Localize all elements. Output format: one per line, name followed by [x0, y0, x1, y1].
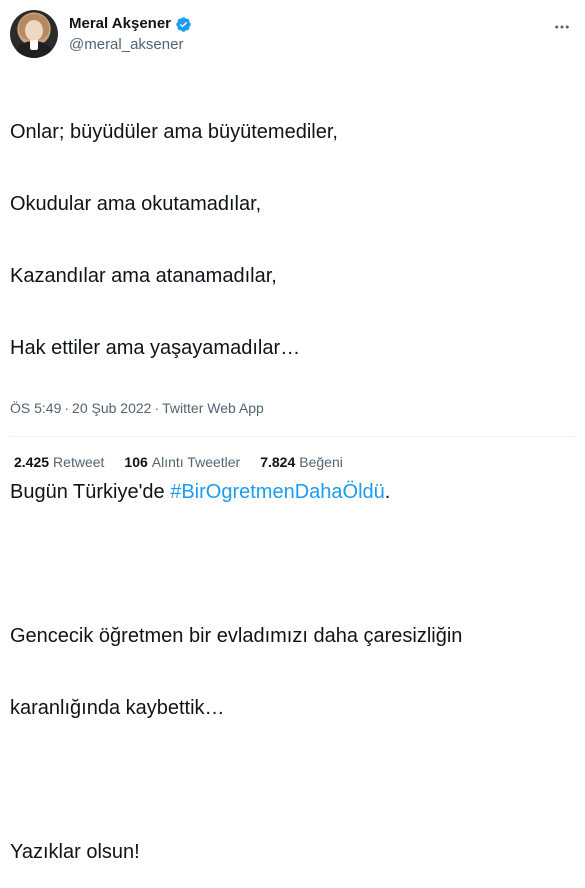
- tweet-line: karanlığında kaybettik…: [10, 697, 225, 719]
- retweets-stat[interactable]: 2.425 Retweet: [14, 452, 104, 472]
- retweets-label: Retweet: [53, 454, 105, 470]
- author-display-name[interactable]: Meral Akşener: [69, 14, 171, 34]
- author-info: Meral Akşener @meral_aksener: [69, 14, 192, 55]
- avatar-shirt: [30, 40, 38, 50]
- meta-separator: ·: [64, 400, 70, 416]
- author-username[interactable]: @meral_aksener: [69, 35, 192, 55]
- tweet-header: Meral Akşener @meral_aksener: [10, 10, 575, 60]
- avatar-face: [25, 20, 43, 41]
- tweet-time[interactable]: ÖS 5:49: [10, 400, 61, 416]
- ellipsis-icon: [555, 25, 569, 29]
- tweet-line: Gencecik öğretmen bir evladımızı daha ça…: [10, 625, 463, 647]
- tweet-line-prefix: Bugün Türkiye'de: [10, 481, 171, 503]
- tweet-line-suffix: .: [384, 481, 391, 503]
- more-options-icon[interactable]: [551, 16, 573, 38]
- quotes-count: 106: [124, 454, 148, 470]
- quotes-stat[interactable]: 106 Alıntı Tweetler: [124, 452, 240, 472]
- tweet-meta: ÖS 5:49 · 20 Şub 2022 · Twitter Web App: [10, 398, 264, 418]
- tweet-source[interactable]: Twitter Web App: [162, 400, 264, 416]
- tweet-text: Onlar; büyüdüler ama büyütemediler, Okud…: [10, 72, 570, 888]
- hashtag-link[interactable]: #BirOgretmenDahaÖldü: [170, 481, 385, 503]
- tweet-line: Yazıklar olsun!: [10, 841, 140, 863]
- meta-separator: ·: [154, 400, 160, 416]
- avatar[interactable]: [10, 10, 58, 58]
- tweet-line: Onlar; büyüdüler ama büyütemediler,: [10, 121, 338, 143]
- divider: [10, 436, 575, 437]
- tweet-date[interactable]: 20 Şub 2022: [72, 400, 151, 416]
- author-display-name-row[interactable]: Meral Akşener: [69, 14, 192, 34]
- tweet-line-with-hashtag: Bugün Türkiye'de #BirOgretmenDahaÖldü.: [10, 480, 570, 504]
- tweet-line: Okudular ama okutamadılar,: [10, 193, 262, 215]
- likes-label: Beğeni: [299, 454, 343, 470]
- tweet-line: Hak ettiler ama yaşayamadılar…: [10, 337, 301, 359]
- quotes-label: Alıntı Tweetler: [151, 454, 241, 470]
- likes-count: 7.824: [260, 454, 296, 470]
- tweet-stats: 2.425 Retweet 106 Alıntı Tweetler 7.824 Beğ…: [14, 452, 343, 472]
- tweet-line: Kazandılar ama atanamadılar,: [10, 265, 277, 287]
- likes-stat[interactable]: 7.824 Beğeni: [260, 452, 343, 472]
- retweets-count: 2.425: [14, 454, 50, 470]
- verified-badge-icon: [176, 16, 191, 32]
